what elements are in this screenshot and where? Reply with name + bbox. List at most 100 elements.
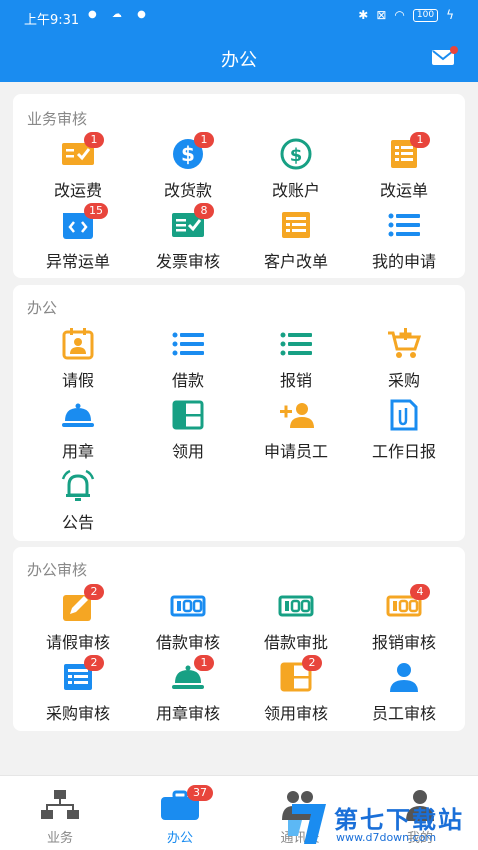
form-doc-icon	[278, 208, 314, 242]
mute-icon: ⊠	[376, 8, 387, 22]
app-item-label: 领用审核	[263, 704, 328, 723]
app-item-label: 用章审核	[155, 704, 220, 723]
section-title: 业务审核	[27, 110, 88, 128]
app-item-list[interactable]: 报销	[241, 327, 351, 391]
status-bar: 上午9:31 ● ☁ ● ✱ ⊠ ◠ 100 ϟ	[0, 0, 478, 34]
status-notification-icons: ● ☁ ●	[88, 9, 152, 20]
layout-icon: 2	[278, 655, 322, 694]
app-item-label: 改运单	[379, 181, 428, 200]
tab-office[interactable]: 37 办公	[125, 776, 235, 850]
app-item-calendar-person[interactable]: 请假	[23, 327, 133, 391]
section-office: 办公 请假 借款 报销 采购 用章 领用 申请员工 工作日报 公告	[13, 285, 465, 541]
list-doc-icon: 1	[386, 132, 430, 171]
section-title: 办公审核	[27, 561, 88, 579]
app-item-cart-plus[interactable]: 采购	[349, 327, 459, 391]
app-item-bell-dome[interactable]: 用章	[23, 398, 133, 462]
count-badge: 1	[194, 655, 214, 671]
tab-business[interactable]: 业务	[5, 776, 115, 850]
tab-label: 业务	[46, 831, 73, 846]
mail-button[interactable]	[430, 46, 458, 68]
add-user-icon	[278, 398, 314, 432]
paperclip-doc-icon	[386, 398, 422, 432]
count-badge: 2	[84, 584, 104, 600]
app-item-ticket-check[interactable]: 1 改运费	[23, 132, 133, 201]
app-item-label: 领用	[171, 442, 204, 461]
list-icon	[278, 327, 314, 361]
app-item-label: 请假	[61, 371, 94, 390]
app-item-list[interactable]: 我的申请	[349, 208, 459, 272]
section-business-review: 业务审核 1 改运费 $1 改货款 $ 改账户 1 改运单 15 异常运单 8 发票审核 客户改单 我的申…	[13, 94, 465, 278]
bell-dome-icon: 1	[170, 655, 214, 694]
app-item-label: 发票审核	[155, 252, 220, 271]
app-item-list-doc[interactable]: 1 改运单	[349, 132, 459, 201]
app-item-layout[interactable]: 领用	[133, 398, 243, 462]
app-item-code-doc[interactable]: 15 异常运单	[23, 203, 133, 272]
ticket-check-icon: 1	[60, 132, 104, 171]
app-item-label: 异常运单	[45, 252, 110, 271]
list-icon	[170, 327, 206, 361]
watermark-title: 第七下载站	[334, 806, 464, 834]
app-item-label: 请假审核	[45, 633, 110, 652]
app-item-paperclip-doc[interactable]: 工作日报	[349, 398, 459, 462]
app-item-label: 借款审核	[155, 633, 220, 652]
app-item-label: 用章	[61, 442, 94, 461]
app-item-invoice-check[interactable]: 8 发票审核	[133, 203, 243, 272]
app-item-money[interactable]: 借款审批	[241, 589, 351, 653]
app-item-label: 申请员工	[263, 442, 328, 461]
layout-icon	[170, 398, 206, 432]
money-icon: 4	[386, 584, 430, 623]
count-badge: 1	[84, 132, 104, 148]
status-time: 上午9:31	[24, 13, 80, 28]
dollar-ring-icon: $	[278, 137, 314, 171]
count-badge: 15	[84, 203, 108, 219]
app-item-form-doc[interactable]: 客户改单	[241, 208, 351, 272]
app-item-dollar-circle[interactable]: $1 改货款	[133, 132, 243, 201]
section-office-review: 办公审核 2 请假审核 借款审核 借款审批 4 报销审核 2 采购审核 1 用章审核 2 领用审核 员工…	[13, 547, 465, 731]
mail-icon	[432, 46, 458, 65]
app-item-label: 改账户	[271, 181, 320, 200]
app-item-label: 公告	[61, 513, 94, 532]
app-item-money[interactable]: 借款审核	[133, 589, 243, 653]
bell-dome-icon	[60, 398, 96, 432]
app-item-user[interactable]: 员工审核	[349, 660, 459, 724]
money-icon	[278, 589, 314, 623]
app-item-layout[interactable]: 2 领用审核	[241, 655, 351, 724]
tab-badge: 37	[187, 785, 213, 801]
count-badge: 8	[194, 203, 214, 219]
app-item-edit-doc[interactable]: 2 请假审核	[23, 584, 133, 653]
app-item-label: 借款审批	[263, 633, 328, 652]
app-item-money[interactable]: 4 报销审核	[349, 584, 459, 653]
app-item-label: 采购	[387, 371, 420, 390]
invoice-check-icon: 8	[170, 203, 214, 242]
app-item-label: 报销	[279, 371, 312, 390]
app-item-label: 我的申请	[371, 252, 436, 271]
app-item-label: 采购审核	[45, 704, 110, 723]
user-icon	[386, 660, 422, 694]
count-badge: 4	[410, 584, 430, 600]
count-badge: 2	[84, 655, 104, 671]
wifi-icon: ◠	[394, 8, 405, 22]
title-bar: 办公	[0, 34, 478, 82]
app-item-alarm-bell[interactable]: 公告	[23, 469, 133, 533]
status-right: ✱ ⊠ ◠ 100 ϟ	[358, 8, 454, 22]
watermark-logo-icon	[288, 804, 326, 844]
count-badge: 1	[410, 132, 430, 148]
app-item-bell-dome[interactable]: 1 用章审核	[133, 655, 243, 724]
org-chart-icon	[41, 790, 79, 819]
app-item-label: 改运费	[53, 181, 102, 200]
charging-icon: ϟ	[446, 8, 454, 22]
app-item-label: 员工审核	[371, 704, 436, 723]
count-badge: 2	[302, 655, 322, 671]
app-item-label: 报销审核	[371, 633, 436, 652]
app-item-list[interactable]: 借款	[133, 327, 243, 391]
money-icon	[170, 589, 206, 623]
svg-text:$: $	[290, 145, 303, 166]
page-title: 办公	[221, 50, 257, 71]
calendar-person-icon	[60, 327, 96, 361]
app-item-add-user[interactable]: 申请员工	[241, 398, 351, 462]
svg-text:$: $	[181, 142, 195, 166]
app-item-dollar-ring[interactable]: $ 改账户	[241, 137, 351, 201]
bluetooth-icon: ✱	[358, 8, 369, 22]
app-item-form-doc[interactable]: 2 采购审核	[23, 655, 133, 724]
dollar-circle-icon: $1	[170, 132, 214, 171]
